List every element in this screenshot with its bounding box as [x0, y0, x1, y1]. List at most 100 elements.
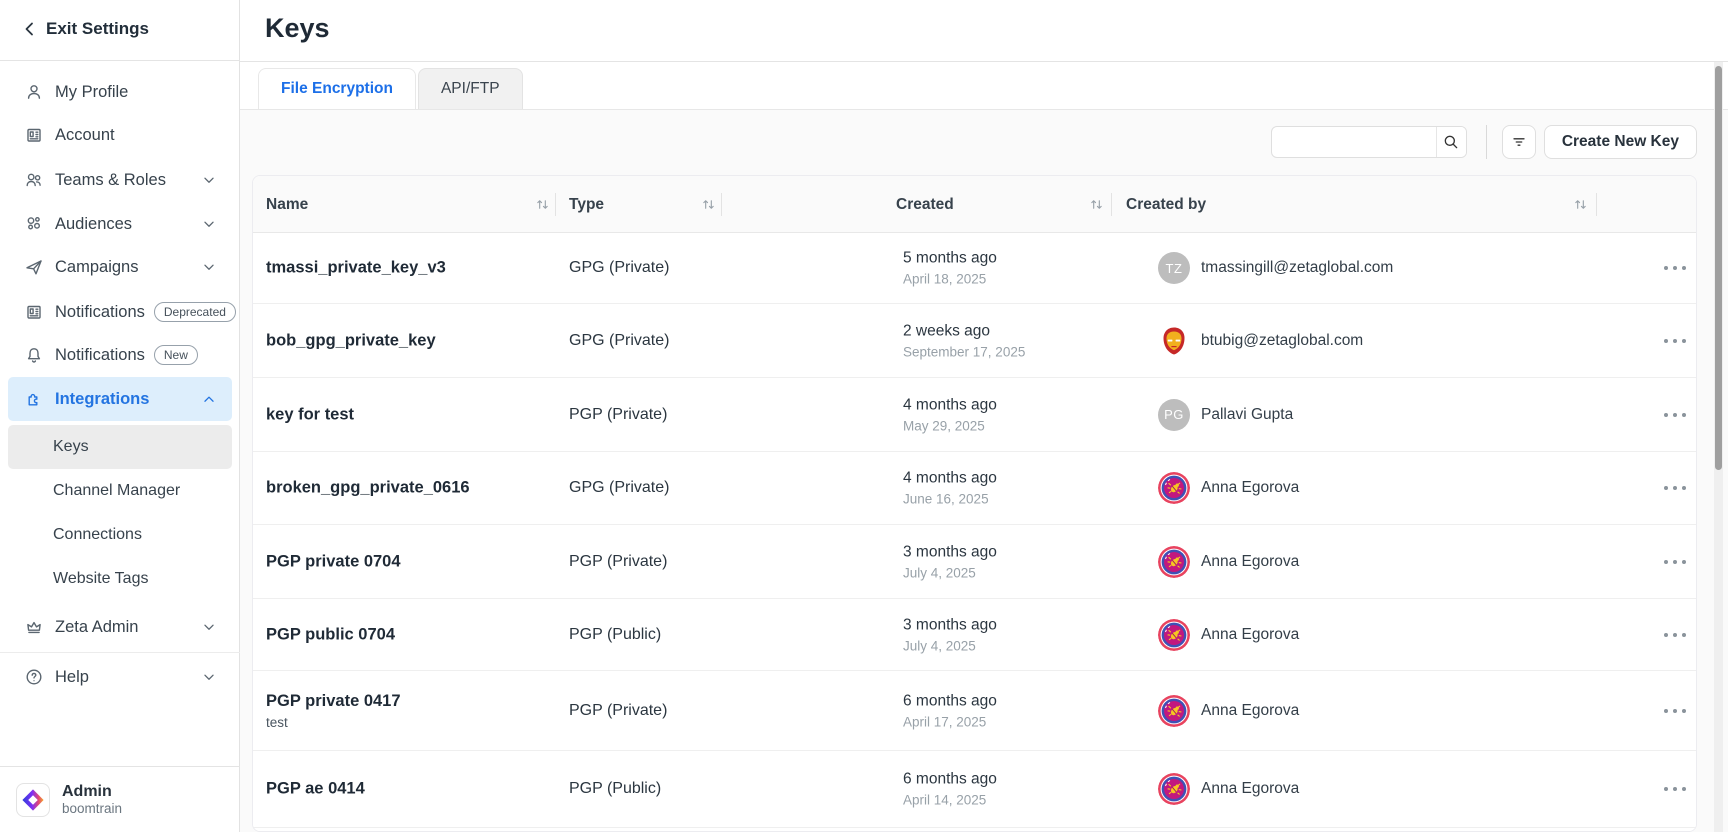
key-type: PGP (Private) — [569, 553, 667, 571]
settings-app: Exit Settings My Profile Account Teams &… — [0, 0, 1728, 832]
key-name: key for test — [266, 405, 354, 424]
created-by-name: tmassingill@zetaglobal.com — [1201, 259, 1393, 277]
key-type: GPG (Private) — [569, 479, 669, 497]
sidebar-item-teams-roles[interactable]: Teams & Roles — [8, 158, 232, 202]
created-by-name: Anna Egorova — [1201, 780, 1299, 798]
header-divider — [721, 193, 722, 216]
sidebar-item-my-profile[interactable]: My Profile — [8, 70, 232, 114]
row-actions-button[interactable] — [1658, 476, 1692, 500]
sidebar-item-keys[interactable]: Keys — [8, 425, 232, 469]
key-type: PGP (Public) — [569, 626, 661, 644]
sidebar-item-zeta-admin[interactable]: Zeta Admin — [8, 605, 232, 649]
settings-sidebar: Exit Settings My Profile Account Teams &… — [0, 0, 240, 832]
people-icon — [24, 170, 44, 190]
column-header-name[interactable]: Name — [266, 176, 308, 233]
sidebar-item-integrations[interactable]: Integrations — [8, 377, 232, 421]
created-date: April 17, 2025 — [903, 714, 997, 729]
column-header-created-by[interactable]: Created by — [1126, 176, 1206, 233]
row-actions-button[interactable] — [1658, 623, 1692, 647]
bell-icon — [24, 345, 44, 365]
table-row[interactable]: PGP ae 0414 PGP (Public) 6 months ago Ap… — [253, 751, 1696, 828]
chevron-up-icon — [200, 390, 218, 408]
key-name: tmassi_private_key_v3 — [266, 259, 446, 278]
help-icon — [24, 667, 44, 687]
created-date: April 14, 2025 — [903, 793, 997, 808]
chevron-down-icon — [200, 618, 218, 636]
created-by-name: Anna Egorova — [1201, 702, 1299, 720]
sidebar-item-connections[interactable]: Connections — [8, 513, 232, 557]
table-row[interactable]: PGP public 0704 PGP (Public) 3 months ag… — [253, 599, 1696, 671]
exit-settings-button[interactable]: Exit Settings — [0, 0, 239, 57]
sidebar-item-campaigns[interactable]: Campaigns — [8, 245, 232, 289]
sidebar-item-notifications[interactable]: Notifications New — [8, 333, 232, 377]
sort-icon[interactable] — [701, 197, 716, 212]
create-new-key-button[interactable]: Create New Key — [1544, 125, 1697, 159]
person-icon — [24, 82, 44, 102]
key-name: PGP private 0417 — [266, 692, 401, 711]
created-date: July 4, 2025 — [903, 638, 997, 653]
sidebar-item-notifications[interactable]: Notifications Deprecated — [8, 290, 232, 334]
sidebar-divider — [0, 652, 240, 653]
chevron-down-icon — [200, 171, 218, 189]
table-row[interactable]: PGP private 0704 PGP (Private) 3 months … — [253, 525, 1696, 599]
sidebar-item-help[interactable]: Help — [8, 655, 232, 699]
table-row[interactable]: broken_gpg_private_0616 GPG (Private) 4 … — [253, 452, 1696, 525]
row-actions-button[interactable] — [1658, 699, 1692, 723]
crown-icon — [24, 617, 44, 637]
zeta-logo — [16, 783, 50, 817]
created-date: May 29, 2025 — [903, 418, 997, 433]
main-panel: Keys File EncryptionAPI/FTP — [240, 0, 1728, 832]
column-header-type[interactable]: Type — [569, 176, 604, 233]
sort-icon[interactable] — [1089, 197, 1104, 212]
key-name: broken_gpg_private_0616 — [266, 479, 470, 498]
send-icon — [24, 257, 44, 277]
search-box — [1271, 126, 1467, 158]
partial-row — [253, 828, 1696, 832]
avatar-initials: TZ — [1158, 252, 1190, 284]
page-title: Keys — [265, 13, 330, 44]
created-date: June 16, 2025 — [903, 492, 997, 507]
filter-button[interactable] — [1502, 125, 1536, 159]
table-row[interactable]: key for test PGP (Private) 4 months ago … — [253, 378, 1696, 452]
search-icon — [1442, 133, 1460, 151]
tab-file-encryption[interactable]: File Encryption — [258, 68, 416, 109]
created-relative: 4 months ago — [903, 470, 997, 488]
sidebar-item-channel-manager[interactable]: Channel Manager — [8, 469, 232, 513]
table-row[interactable]: bob_gpg_private_key GPG (Private) 2 week… — [253, 304, 1696, 378]
sort-icon[interactable] — [535, 197, 550, 212]
sort-icon[interactable] — [1573, 197, 1588, 212]
avatar-bug-badge — [1158, 773, 1190, 805]
org-icon — [24, 125, 44, 145]
row-actions-button[interactable] — [1658, 403, 1692, 427]
admin-label: Admin — [62, 783, 122, 801]
toolbar: Create New Key — [1271, 125, 1697, 159]
search-input[interactable] — [1272, 127, 1436, 157]
scrollbar-thumb[interactable] — [1715, 66, 1722, 470]
filter-icon — [1510, 133, 1528, 151]
workspace-switcher[interactable]: Admin boomtrain — [0, 775, 240, 825]
sidebar-item-audiences[interactable]: Audiences — [8, 202, 232, 246]
tab-api-ftp[interactable]: API/FTP — [418, 68, 523, 109]
avatar-ironman — [1158, 325, 1190, 357]
row-actions-button[interactable] — [1658, 550, 1692, 574]
created-by-name: Anna Egorova — [1201, 626, 1299, 644]
created-date: July 4, 2025 — [903, 565, 997, 580]
row-actions-button[interactable] — [1658, 329, 1692, 353]
avatar-initials: PG — [1158, 399, 1190, 431]
table-body: tmassi_private_key_v3 GPG (Private) 5 mo… — [253, 233, 1696, 828]
created-by-name: Pallavi Gupta — [1201, 406, 1293, 424]
table-row[interactable]: PGP private 0417 test PGP (Private) 6 mo… — [253, 671, 1696, 751]
chevron-down-icon — [200, 258, 218, 276]
search-button[interactable] — [1436, 127, 1466, 157]
avatar-bug-badge — [1158, 546, 1190, 578]
table-row[interactable]: tmassi_private_key_v3 GPG (Private) 5 mo… — [253, 233, 1696, 304]
sidebar-item-account[interactable]: Account — [8, 113, 232, 157]
column-header-created[interactable]: Created — [896, 176, 954, 233]
key-name: PGP public 0704 — [266, 625, 395, 644]
row-actions-button[interactable] — [1658, 256, 1692, 280]
row-actions-button[interactable] — [1658, 777, 1692, 801]
chevron-down-icon — [200, 668, 218, 686]
sidebar-item-website-tags[interactable]: Website Tags — [8, 557, 232, 601]
scrollbar[interactable] — [1714, 62, 1723, 832]
header-divider — [1111, 193, 1112, 216]
